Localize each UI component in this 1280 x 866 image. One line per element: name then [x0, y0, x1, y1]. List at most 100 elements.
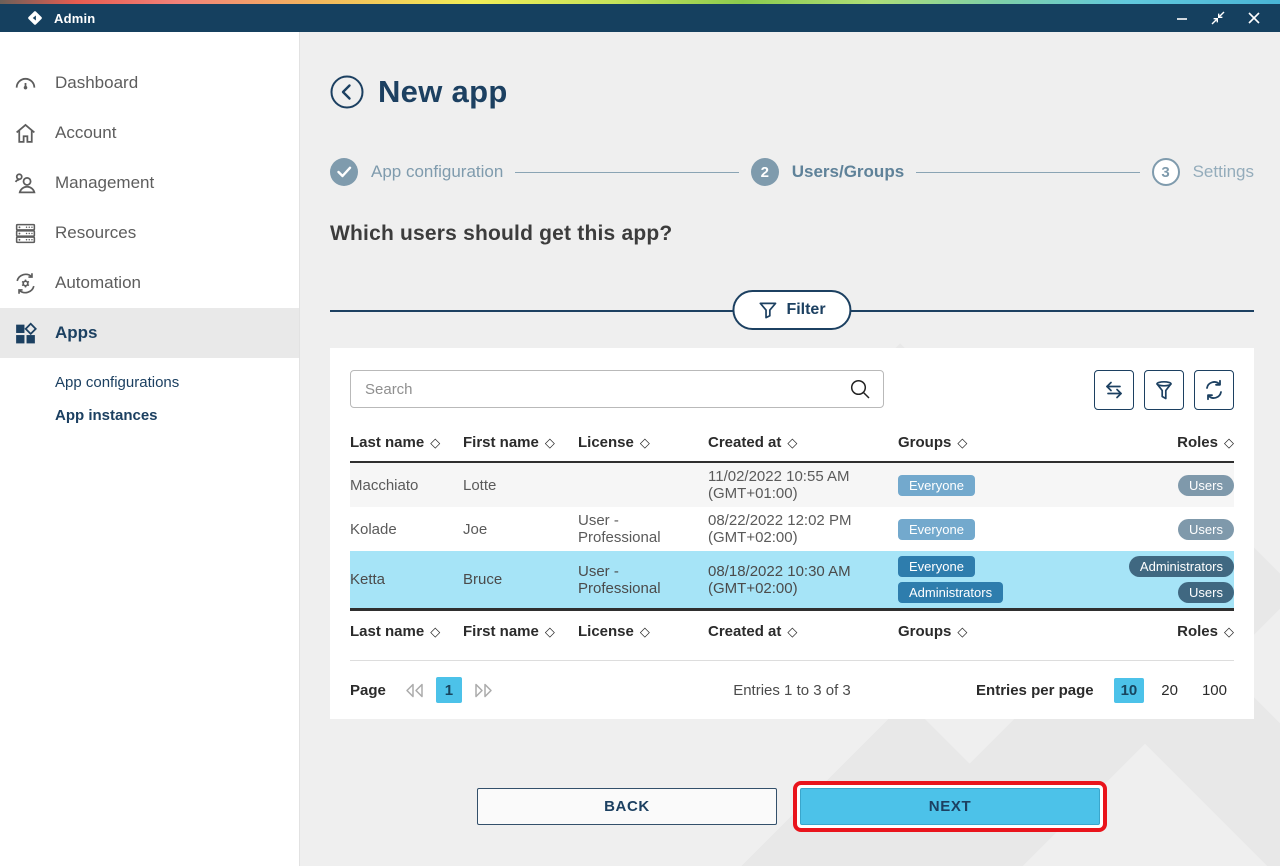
step-done-check-icon [330, 158, 358, 186]
stepper-connector [515, 172, 738, 173]
window-titlebar: Admin [0, 4, 1280, 32]
column-header-label: Last name [350, 623, 424, 640]
sort-diamond-icon[interactable]: ◇ [430, 624, 440, 640]
cell-first-name: Joe [463, 521, 578, 538]
close-button[interactable] [1246, 10, 1262, 26]
group-badge: Everyone [898, 556, 975, 577]
sidebar-item-account[interactable]: Account [0, 108, 299, 158]
table-row[interactable]: KettaBruceUser - Professional08/18/2022 … [350, 551, 1234, 608]
column-header-label: First name [463, 623, 539, 640]
column-header-roles[interactable]: Roles ◇ [1124, 623, 1234, 640]
sidebar-item-management[interactable]: Management [0, 158, 299, 208]
sort-diamond-icon[interactable]: ◇ [787, 624, 797, 640]
sort-diamond-icon[interactable]: ◇ [640, 435, 650, 451]
sort-diamond-icon[interactable]: ◇ [640, 624, 650, 640]
column-header-label: Last name [350, 434, 424, 451]
per-page-option-20[interactable]: 20 [1154, 678, 1185, 703]
sort-diamond-icon[interactable]: ◇ [787, 435, 797, 451]
column-header-last-name[interactable]: Last name ◇ [350, 623, 463, 640]
sidebar-item-apps[interactable]: Apps [0, 308, 299, 358]
home-icon [12, 120, 38, 146]
sort-diamond-icon[interactable]: ◇ [430, 435, 440, 451]
step-settings[interactable]: 3 Settings [1152, 158, 1254, 186]
table-footer-header-row: Last name◇First name◇License◇Created at◇… [350, 608, 1234, 644]
sort-diamond-icon[interactable]: ◇ [1224, 624, 1234, 640]
minimize-button[interactable] [1174, 10, 1190, 26]
column-header-label: License [578, 623, 634, 640]
entries-per-page-label: Entries per page [976, 682, 1094, 699]
cell-first-name: Bruce [463, 571, 578, 588]
back-circle-icon[interactable] [330, 75, 364, 109]
cell-roles: Users [1124, 475, 1234, 496]
sort-diamond-icon[interactable]: ◇ [957, 624, 967, 640]
role-badge: Users [1178, 475, 1234, 496]
funnel-icon [1154, 380, 1174, 400]
previous-page-icon[interactable] [404, 683, 426, 698]
column-header-roles[interactable]: Roles ◇ [1124, 434, 1234, 451]
column-header-label: Created at [708, 434, 781, 451]
filter-toggle-button[interactable]: Filter [732, 290, 851, 330]
cell-last-name: Ketta [350, 571, 463, 588]
cell-roles: AdministratorsUsers [1124, 556, 1234, 603]
column-header-license[interactable]: License ◇ [578, 623, 708, 640]
next-button[interactable]: NEXT [800, 788, 1100, 825]
back-button[interactable]: BACK [477, 788, 777, 825]
column-header-last-name[interactable]: Last name ◇ [350, 434, 463, 451]
step-number: 3 [1152, 158, 1180, 186]
per-page-option-100[interactable]: 100 [1195, 678, 1234, 703]
sort-diamond-icon[interactable]: ◇ [545, 435, 555, 451]
sidebar-item-label: Management [55, 173, 154, 193]
sidebar-item-resources[interactable]: Resources [0, 208, 299, 258]
table-row[interactable]: MacchiatoLotte11/02/2022 10:55 AM (GMT+0… [350, 463, 1234, 507]
swap-columns-button[interactable] [1094, 370, 1134, 410]
sort-diamond-icon[interactable]: ◇ [545, 624, 555, 640]
server-rack-icon [12, 220, 38, 246]
column-header-created-at[interactable]: Created at ◇ [708, 434, 898, 451]
column-header-label: Roles [1177, 434, 1218, 451]
filter-table-button[interactable] [1144, 370, 1184, 410]
sidebar-item-label: Dashboard [55, 73, 138, 93]
sidebar-item-label: Automation [55, 273, 141, 293]
restore-window-button[interactable] [1210, 10, 1226, 26]
column-header-created-at[interactable]: Created at◇ [708, 623, 898, 640]
stepper-connector [916, 172, 1139, 173]
step-users-groups[interactable]: 2 Users/Groups [751, 158, 904, 186]
column-header-label: First name [463, 434, 539, 451]
cell-created-at: 08/22/2022 12:02 PM (GMT+02:00) [708, 512, 898, 546]
next-page-icon[interactable] [472, 683, 494, 698]
search-input[interactable] [350, 370, 884, 408]
main-area: New app App configuration 2 Users/Groups [300, 32, 1280, 866]
filter-label: Filter [786, 301, 825, 319]
step-label: Users/Groups [792, 162, 904, 182]
column-header-first-name[interactable]: First name ◇ [463, 623, 578, 640]
cell-created-at: 08/18/2022 10:30 AM (GMT+02:00) [708, 563, 898, 597]
current-page-button[interactable]: 1 [436, 677, 462, 703]
column-header-groups[interactable]: Groups◇ [898, 623, 1124, 640]
column-header-groups[interactable]: Groups◇ [898, 434, 1124, 451]
column-header-label: Roles [1177, 623, 1218, 640]
sidebar-subitem-app-configurations[interactable]: App configurations [55, 366, 299, 399]
cell-created-at: 11/02/2022 10:55 AM (GMT+01:00) [708, 468, 898, 502]
sidebar-item-automation[interactable]: Automation [0, 258, 299, 308]
sort-diamond-icon[interactable]: ◇ [1224, 435, 1234, 451]
window-title: Admin [54, 11, 95, 26]
table-body: MacchiatoLotte11/02/2022 10:55 AM (GMT+0… [350, 463, 1234, 608]
pagination-bar: Page 1 Entries 1 to 3 of 3 [350, 661, 1234, 719]
cell-last-name: Kolade [350, 521, 463, 538]
role-badge: Users [1178, 519, 1234, 540]
next-button-highlight-annotation: NEXT [793, 781, 1107, 832]
role-badge: Administrators [1129, 556, 1234, 577]
people-icon [12, 170, 38, 196]
funnel-icon [758, 301, 777, 320]
step-app-configuration[interactable]: App configuration [330, 158, 503, 186]
sidebar-subitem-app-instances[interactable]: App instances [55, 399, 299, 432]
sidebar-item-dashboard[interactable]: Dashboard [0, 58, 299, 108]
refresh-button[interactable] [1194, 370, 1234, 410]
column-header-first-name[interactable]: First name ◇ [463, 434, 578, 451]
gear-sync-icon [12, 270, 38, 296]
table-row[interactable]: KoladeJoeUser - Professional08/22/2022 1… [350, 507, 1234, 551]
sort-diamond-icon[interactable]: ◇ [957, 435, 967, 451]
table-header-row: Last name◇First name◇License◇Created at◇… [350, 434, 1234, 463]
column-header-license[interactable]: License◇ [578, 434, 708, 451]
per-page-option-10[interactable]: 10 [1114, 678, 1145, 703]
